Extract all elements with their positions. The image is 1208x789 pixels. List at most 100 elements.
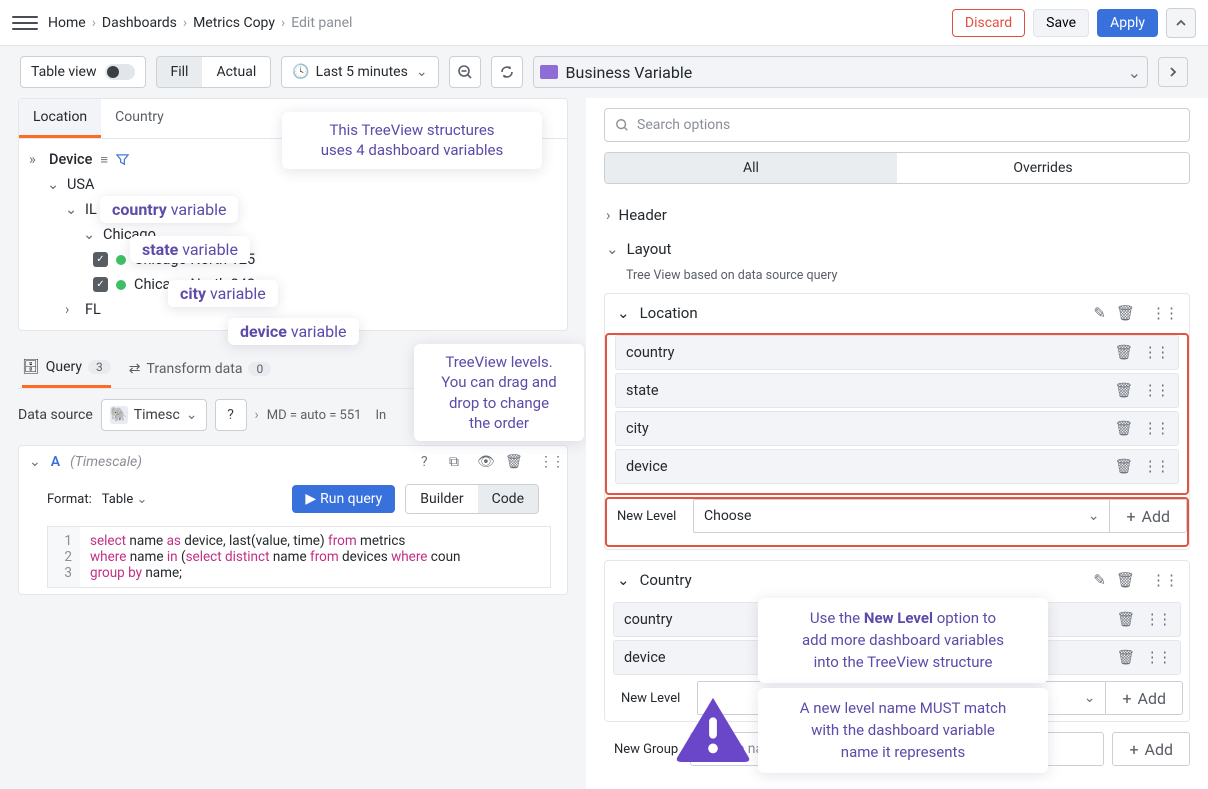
device-header: Device <box>49 151 92 168</box>
section-layout[interactable]: ⌄ Layout <box>604 232 1190 266</box>
panel-type-selector[interactable]: Business Variable ⌄ <box>533 56 1148 88</box>
sql-editor[interactable]: 123 select name as device, last(value, t… <box>47 526 551 588</box>
level-row-country: country 🗑 ⋮⋮ <box>615 335 1179 370</box>
level-row-device: device 🗑 ⋮⋮ <box>615 449 1179 484</box>
data-source-picker[interactable]: 🐘 Timesc ⌄ <box>101 399 207 431</box>
chevron-right-icon[interactable]: › <box>65 301 77 318</box>
trash-icon[interactable]: 🗑 <box>1117 649 1135 666</box>
drag-handle-icon[interactable]: ⋮⋮ <box>1143 420 1168 437</box>
panel-title: Business Variable <box>566 63 1120 82</box>
collapse-panel-button[interactable] <box>1166 8 1196 38</box>
tab-query[interactable]: 🗄 Query 3 <box>22 359 111 388</box>
trash-icon[interactable]: 🗑 <box>1115 458 1133 475</box>
section-header[interactable]: › Header <box>604 198 1190 232</box>
trash-icon[interactable]: 🗑 <box>1117 611 1135 628</box>
zoom-out-button[interactable] <box>449 56 481 88</box>
tree-node-usa[interactable]: USA <box>67 176 94 193</box>
chevron-down-icon: ⌄ <box>1128 63 1141 82</box>
drag-handle-icon[interactable]: ⋮⋮ <box>1145 611 1170 628</box>
tab-country[interactable]: Country <box>101 99 178 138</box>
refresh-button[interactable] <box>491 56 523 88</box>
time-range-picker[interactable]: 🕓 Last 5 minutes ⌄ <box>281 56 438 88</box>
new-level-select[interactable]: Choose⌄ <box>693 499 1110 533</box>
tab-location[interactable]: Location <box>19 99 101 138</box>
drag-handle-icon[interactable]: ⋮⋮ <box>1143 458 1168 475</box>
search-options-input[interactable]: Search options <box>604 108 1190 142</box>
data-source-label: Data source <box>18 407 93 423</box>
help-icon[interactable]: ? <box>421 454 439 470</box>
trash-icon[interactable]: 🗑 <box>505 454 523 470</box>
expand-all-icon[interactable]: » <box>29 151 41 168</box>
transform-count-badge: 0 <box>248 362 271 376</box>
breadcrumb-dashboards[interactable]: Dashboards <box>102 15 177 31</box>
table-view-label: Table view <box>31 64 97 80</box>
drag-handle-icon[interactable]: ⋮⋮ <box>1151 571 1177 589</box>
annotation-city: city variable <box>168 280 278 307</box>
add-group-button[interactable]: +Add <box>1112 732 1190 766</box>
trash-icon[interactable]: 🗑 <box>1115 344 1133 361</box>
chevron-right-icon: › <box>606 206 611 224</box>
query-ds-name: (Timescale) <box>70 454 142 470</box>
chevron-down-icon[interactable]: ⌄ <box>29 454 41 470</box>
discard-button[interactable]: Discard <box>952 9 1025 37</box>
chevron-down-icon[interactable]: ⌄ <box>65 201 77 218</box>
level-row-city: city 🗑 ⋮⋮ <box>615 411 1179 446</box>
hamburger-menu[interactable] <box>12 10 38 36</box>
format-select[interactable]: Table ⌄ <box>102 492 148 507</box>
drag-handle-icon[interactable]: ⋮⋮ <box>1145 649 1170 666</box>
layout-subtext: Tree View based on data source query <box>604 266 1190 289</box>
play-icon: ▶ <box>305 491 316 507</box>
breadcrumb-edit-panel: Edit panel <box>291 15 352 31</box>
filter-icon[interactable] <box>116 153 129 166</box>
chevron-down-icon[interactable]: ⌄ <box>83 226 95 243</box>
checkbox-checked[interactable] <box>93 277 108 292</box>
breadcrumb-home[interactable]: Home <box>48 15 86 31</box>
edit-icon[interactable]: ✎ <box>1093 571 1106 589</box>
builder-button[interactable]: Builder <box>406 485 477 513</box>
apply-button[interactable]: Apply <box>1097 9 1158 37</box>
chevron-down-icon[interactable]: ⌄ <box>617 571 630 589</box>
list-icon[interactable]: ≡ <box>100 152 108 168</box>
transform-icon: ⇄ <box>129 361 141 377</box>
checkbox-checked[interactable] <box>93 252 108 267</box>
clock-icon: 🕓 <box>292 64 309 80</box>
chevron-down-icon[interactable]: ⌄ <box>47 176 59 193</box>
add-level-button-2[interactable]: +Add <box>1106 681 1183 715</box>
actual-button[interactable]: Actual <box>202 57 270 87</box>
add-level-button[interactable]: +Add <box>1110 499 1187 533</box>
trash-icon[interactable]: 🗑 <box>1115 420 1133 437</box>
table-view-toggle[interactable]: Table view <box>20 56 146 88</box>
eye-icon[interactable]: 👁 <box>477 454 495 470</box>
chevron-down-icon[interactable]: ⌄ <box>617 304 630 322</box>
code-button[interactable]: Code <box>478 485 538 513</box>
expand-options-button[interactable] <box>1158 57 1188 87</box>
annotation-state: state variable <box>130 236 250 263</box>
run-query-button[interactable]: ▶Run query <box>292 485 395 513</box>
edit-icon[interactable]: ✎ <box>1093 304 1106 322</box>
trash-icon[interactable]: 🗑 <box>1116 304 1135 322</box>
drag-handle-icon[interactable]: ⋮⋮ <box>539 454 557 470</box>
warning-icon <box>674 694 752 762</box>
save-button[interactable]: Save <box>1033 9 1089 37</box>
fill-button[interactable]: Fill <box>157 57 203 87</box>
tab-overrides[interactable]: Overrides <box>897 153 1189 183</box>
drag-handle-icon[interactable]: ⋮⋮ <box>1143 382 1168 399</box>
drag-handle-icon[interactable]: ⋮⋮ <box>1143 344 1168 361</box>
trash-icon[interactable]: 🗑 <box>1116 571 1135 589</box>
annotation-device: device variable <box>228 318 359 345</box>
tree-node-il[interactable]: IL <box>85 201 97 218</box>
annotation-newlevel: Use the New Level option toadd more dash… <box>758 598 1048 683</box>
tree-node-fl[interactable]: FL <box>85 301 101 318</box>
time-range-label: Last 5 minutes <box>316 64 408 80</box>
toggle-switch[interactable] <box>105 64 135 80</box>
data-source-settings-button[interactable]: ? <box>215 399 247 431</box>
chevron-up-icon <box>1175 17 1187 29</box>
duplicate-icon[interactable]: ⧉ <box>449 454 467 470</box>
annotation-levels: TreeView levels.You can drag anddrop to … <box>414 344 584 441</box>
search-icon <box>615 118 629 132</box>
tab-transform[interactable]: ⇄ Transform data 0 <box>129 361 271 387</box>
drag-handle-icon[interactable]: ⋮⋮ <box>1151 304 1177 322</box>
breadcrumb-metrics-copy[interactable]: Metrics Copy <box>193 15 275 31</box>
trash-icon[interactable]: 🗑 <box>1115 382 1133 399</box>
tab-all[interactable]: All <box>605 153 897 183</box>
